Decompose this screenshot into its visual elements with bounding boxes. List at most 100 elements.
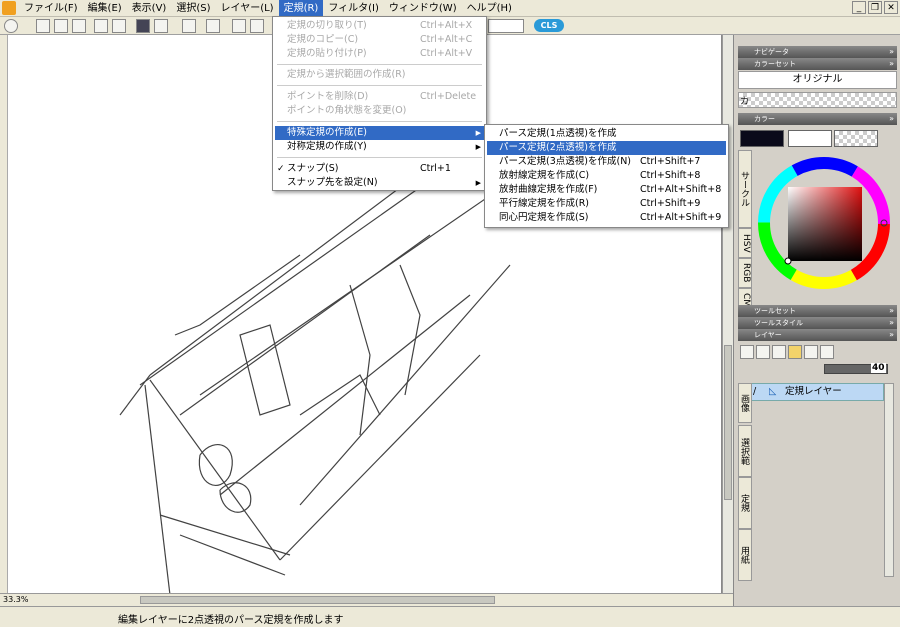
app-icon[interactable] — [2, 1, 16, 15]
panel-navigator-title[interactable]: ナビゲータ» — [738, 46, 897, 58]
foreground-color[interactable] — [740, 130, 784, 147]
menu-item-perspective-2pt[interactable]: パース定規(2点透視)を作成 — [487, 141, 726, 155]
menu-item-cut-ruler[interactable]: 定規の切り取り(T) Ctrl+Alt+X — [275, 19, 484, 33]
tab-selection[interactable]: 選択範 — [738, 425, 752, 477]
expand-icon[interactable]: » — [889, 305, 894, 317]
check-icon[interactable] — [250, 19, 264, 33]
expand-icon[interactable]: » — [889, 113, 894, 125]
menu-item-radial-ruler[interactable]: 放射線定規を作成(C) Ctrl+Shift+8 — [487, 169, 726, 183]
toolbar-field[interactable] — [488, 19, 524, 33]
brush-icon[interactable]: / — [753, 384, 756, 400]
restore-button[interactable]: ❐ — [868, 1, 882, 14]
menu-item-concentric-ruler[interactable]: 同心円定規を作成(S) Ctrl+Alt+Shift+9 — [487, 211, 726, 225]
menu-item-point-corner[interactable]: ポイントの角状態を変更(O) — [275, 104, 484, 118]
menubar: ファイル(F) 編集(E) 表示(V) 選択(S) レイヤー(L) 定規(R) … — [0, 0, 900, 17]
zoom-level: 33.3% — [3, 595, 29, 604]
gear-icon[interactable] — [4, 19, 18, 33]
new-ruler-layer-icon[interactable] — [772, 345, 786, 359]
menu-item-radial-curve-ruler[interactable]: 放射曲線定規を作成(F) Ctrl+Alt+Shift+8 — [487, 183, 726, 197]
tab-paper[interactable]: 用紙 — [738, 529, 752, 581]
expand-icon[interactable]: » — [889, 46, 894, 58]
tab-circle[interactable]: サークル — [738, 150, 752, 228]
color-wheel[interactable] — [756, 155, 892, 291]
menu-item-copy-ruler[interactable]: 定規のコピー(C) Ctrl+Alt+C — [275, 33, 484, 47]
expand-icon[interactable]: » — [889, 317, 894, 329]
menu-separator — [277, 85, 482, 86]
layer-row[interactable]: ● / ◺ 定規レイヤー — [738, 383, 884, 401]
panel-toolstyle-title[interactable]: ツールスタイル» — [738, 317, 897, 329]
menu-item-special-ruler[interactable]: 特殊定規の作成(E) ▶ — [275, 126, 484, 140]
camera-icon[interactable] — [182, 19, 196, 33]
layer-tools — [740, 345, 850, 359]
menu-item-snap-target[interactable]: スナップ先を設定(N) ▶ — [275, 176, 484, 190]
folder-icon[interactable] — [788, 345, 802, 359]
tab-image[interactable]: 画像 — [738, 383, 752, 423]
canvas-left-bar — [0, 35, 8, 593]
lock-icon[interactable] — [820, 345, 834, 359]
ruler-toggle-icon[interactable] — [232, 19, 246, 33]
colorset-dropdown[interactable]: オリジナル — [738, 71, 897, 89]
menu-ruler[interactable]: 定規(R) — [278, 0, 324, 17]
vertical-scrollbar[interactable] — [722, 35, 733, 593]
minimize-button[interactable]: _ — [852, 1, 866, 14]
tab-ruler[interactable]: 定規 — [738, 477, 752, 529]
menu-window[interactable]: ウィンドウ(W) — [384, 0, 462, 17]
canvas-bottombar: 33.3% — [0, 593, 733, 606]
menu-item-symmetric-ruler[interactable]: 対称定規の作成(Y) ▶ — [275, 140, 484, 154]
cls-logo: CLS — [534, 19, 564, 32]
opacity-value: 40 — [871, 363, 886, 373]
panel-color-title[interactable]: カラー» — [738, 113, 897, 125]
menu-separator — [277, 121, 482, 122]
menu-separator — [277, 64, 482, 65]
ruler-layer-icon: ◺ — [769, 386, 777, 397]
rotate-left-icon[interactable] — [94, 19, 108, 33]
menu-filter[interactable]: フィルタ(I) — [323, 0, 384, 17]
layout-icon[interactable] — [72, 19, 86, 33]
window-controls: _ ❐ ✕ — [852, 1, 898, 14]
menu-item-selection-from-ruler[interactable]: 定規から選択範囲の作成(R) — [275, 68, 484, 82]
panel-colorset-title[interactable]: カラーセット» — [738, 58, 897, 70]
dots-icon[interactable] — [154, 19, 168, 33]
checker-icon[interactable] — [136, 19, 150, 33]
panel-layer-title[interactable]: レイヤー» — [738, 329, 897, 341]
menu-separator — [277, 157, 482, 158]
new-canvas-icon[interactable] — [36, 19, 50, 33]
right-panel: ナビゲータ» カラーセット» オリジナル カ カラー» サークル HSV RGB… — [733, 35, 900, 606]
status-text: 編集レイヤーに2点透視のパース定規を作成します — [118, 615, 344, 626]
new-vector-layer-icon[interactable] — [756, 345, 770, 359]
tab-hsv[interactable]: HSV — [738, 228, 752, 258]
tab-rgb[interactable]: RGB — [738, 258, 752, 288]
new-layer-icon[interactable] — [740, 345, 754, 359]
menu-view[interactable]: 表示(V) — [127, 0, 172, 17]
menu-file[interactable]: ファイル(F) — [19, 0, 83, 17]
pen-icon[interactable] — [206, 19, 220, 33]
grid-icon[interactable] — [54, 19, 68, 33]
close-button[interactable]: ✕ — [884, 1, 898, 14]
transparent-color[interactable] — [834, 130, 878, 147]
menu-help[interactable]: ヘルプ(H) — [462, 0, 517, 17]
expand-icon[interactable]: » — [889, 58, 894, 70]
background-color[interactable] — [788, 130, 832, 147]
menu-item-perspective-3pt[interactable]: パース定規(3点透視)を作成(N) Ctrl+Shift+7 — [487, 155, 726, 169]
trash-icon[interactable] — [804, 345, 818, 359]
scrollbar-thumb[interactable] — [724, 345, 732, 500]
menu-select[interactable]: 選択(S) — [171, 0, 215, 17]
layer-name[interactable]: 定規レイヤー — [785, 384, 842, 400]
submenu-arrow-icon: ▶ — [475, 143, 481, 151]
rotate-right-icon[interactable] — [112, 19, 126, 33]
layer-scrollbar[interactable] — [884, 383, 894, 577]
menu-item-delete-point[interactable]: ポイントを削除(D) Ctrl+Delete — [275, 90, 484, 104]
submenu-arrow-icon: ▶ — [475, 179, 481, 187]
menu-item-parallel-ruler[interactable]: 平行線定規を作成(R) Ctrl+Shift+9 — [487, 197, 726, 211]
menu-item-paste-ruler[interactable]: 定規の貼り付け(P) Ctrl+Alt+V — [275, 47, 484, 61]
menu-layer[interactable]: レイヤー(L) — [216, 0, 279, 17]
colorset-swatches[interactable] — [738, 92, 897, 108]
statusbar: 編集レイヤーに2点透視のパース定規を作成します — [0, 606, 900, 627]
horizontal-scrollbar-thumb[interactable] — [140, 596, 495, 604]
menu-edit[interactable]: 編集(E) — [83, 0, 127, 17]
expand-icon[interactable]: » — [889, 329, 894, 341]
checkmark-icon: ✓ — [277, 164, 285, 174]
menu-item-perspective-1pt[interactable]: パース定規(1点透視)を作成 — [487, 127, 726, 141]
panel-toolset-title[interactable]: ツールセット» — [738, 305, 897, 317]
menu-item-snap[interactable]: ✓ スナップ(S) Ctrl+1 — [275, 162, 484, 176]
